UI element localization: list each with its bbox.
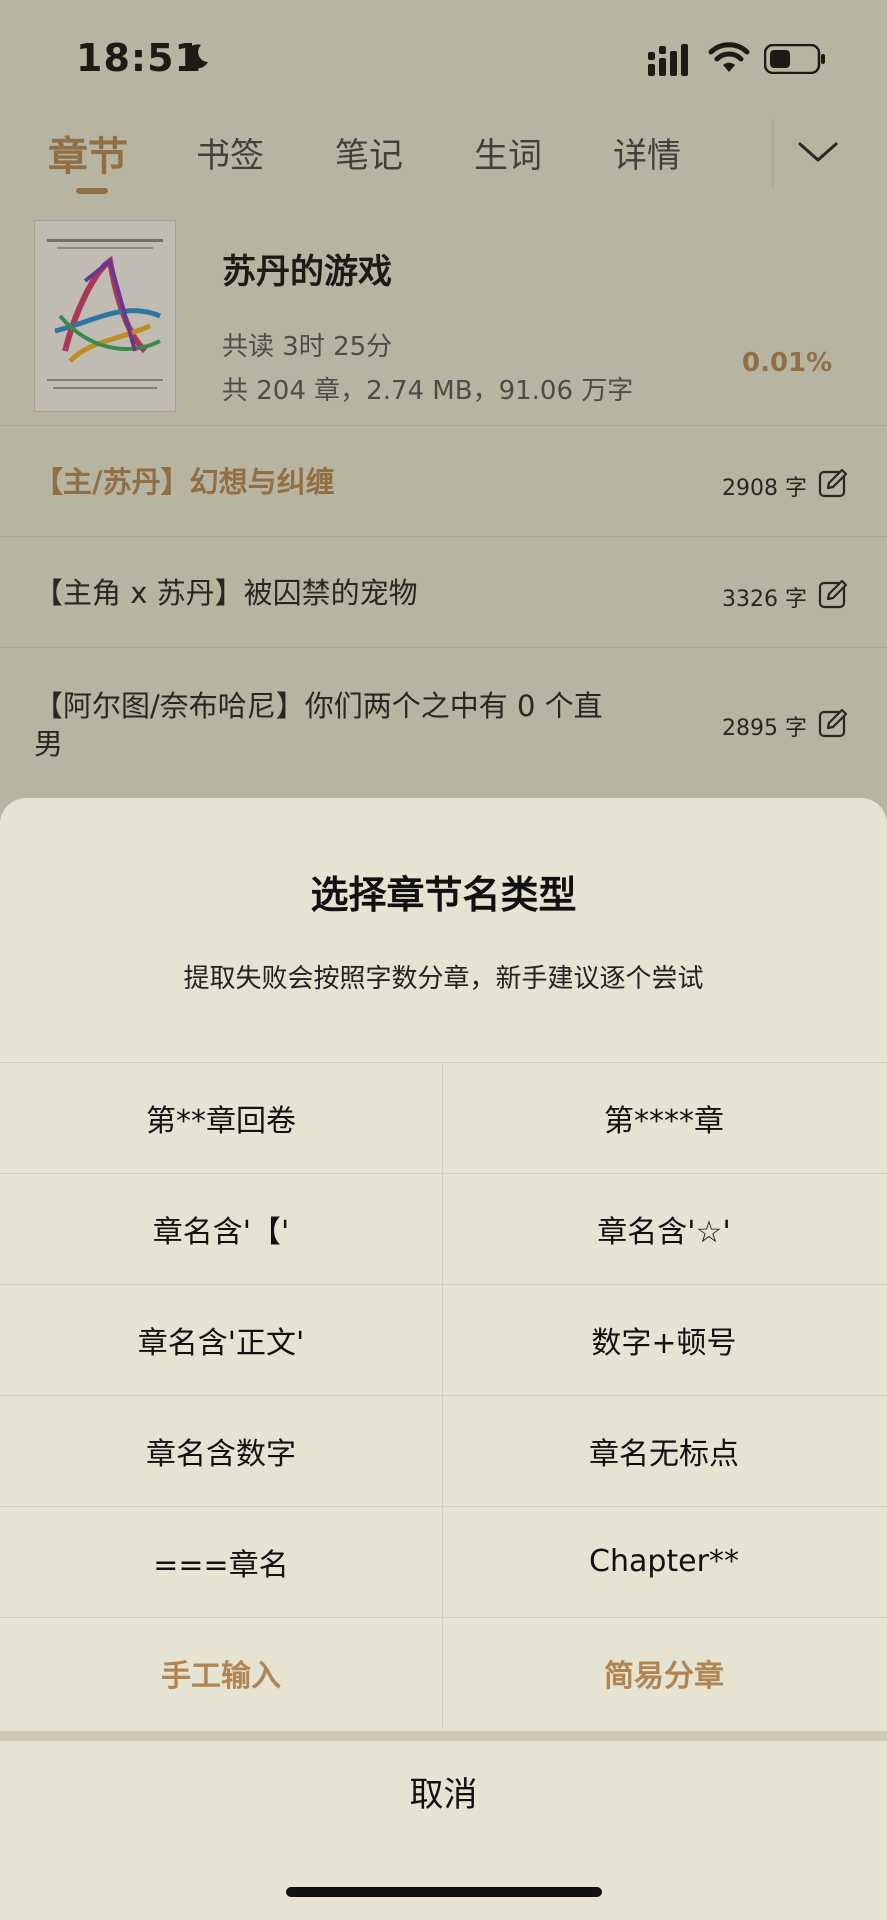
- option-main-text[interactable]: 章名含'正文': [0, 1284, 442, 1395]
- option-chapter-volume[interactable]: 第**章回卷: [0, 1062, 442, 1173]
- option-manual-input[interactable]: 手工输入: [0, 1617, 442, 1728]
- sheet-separator: [0, 1731, 887, 1741]
- sheet-title: 选择章节名类型: [310, 873, 577, 917]
- sheet-subtitle: 提取失败会按照字数分章，新手建议逐个尝试: [183, 964, 704, 994]
- cancel-button[interactable]: 取消: [0, 1741, 887, 1841]
- option-contains-number[interactable]: 章名含数字: [0, 1395, 442, 1506]
- option-chapter-english[interactable]: Chapter**: [443, 1506, 885, 1617]
- home-indicator[interactable]: [286, 1887, 602, 1897]
- option-no-punctuation[interactable]: 章名无标点: [443, 1395, 885, 1506]
- chapter-type-sheet: 选择章节名类型 提取失败会按照字数分章，新手建议逐个尝试 第**章回卷 第***…: [0, 798, 887, 1920]
- option-simple-split[interactable]: 简易分章: [443, 1617, 885, 1728]
- option-equals-prefix[interactable]: ===章名: [0, 1506, 442, 1617]
- option-number-comma[interactable]: 数字+顿号: [443, 1284, 885, 1395]
- option-chapter-number[interactable]: 第****章: [443, 1062, 885, 1173]
- option-star[interactable]: 章名含'☆': [443, 1173, 885, 1284]
- option-bracket[interactable]: 章名含'【': [0, 1173, 442, 1284]
